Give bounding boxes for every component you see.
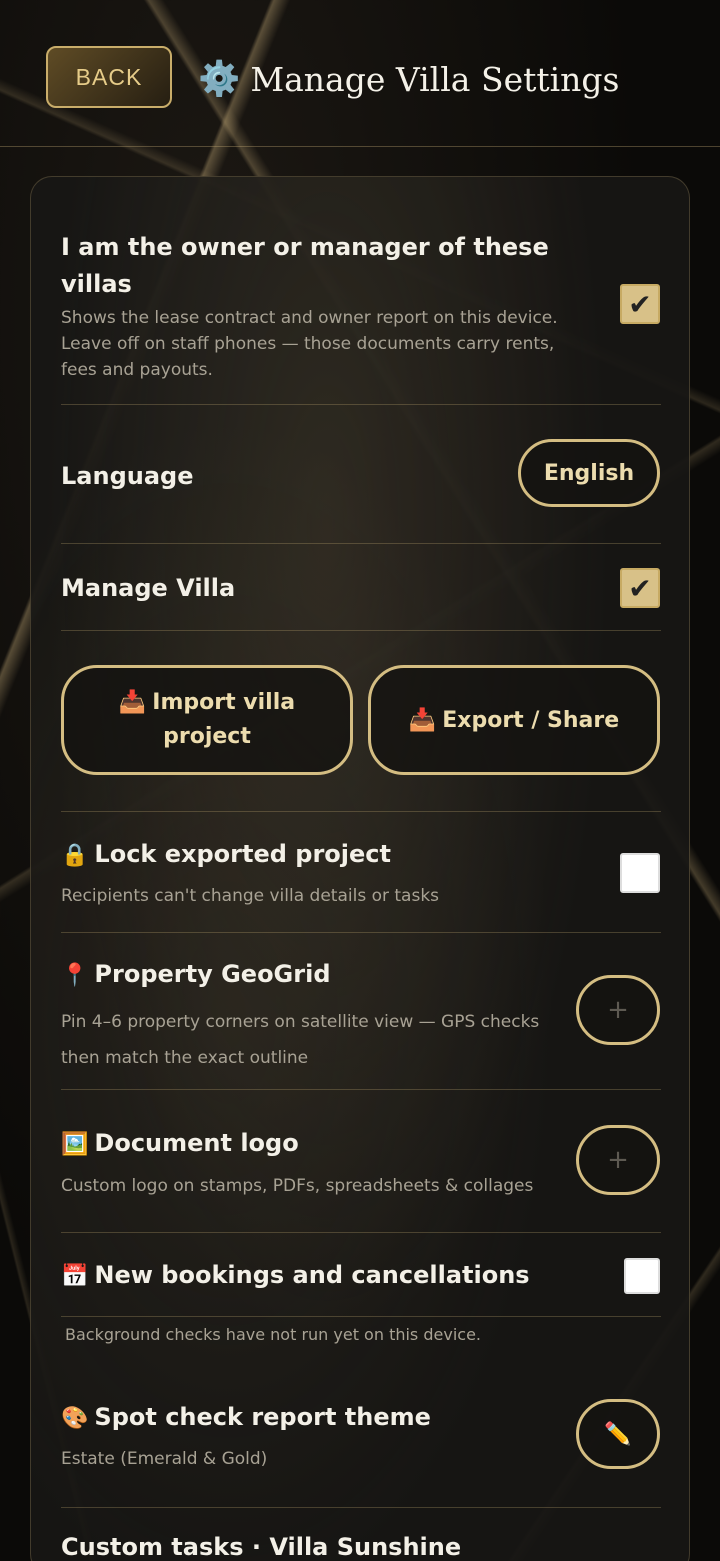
divider xyxy=(61,1232,661,1233)
owner-desc-line2: Leave off on staff phones — those docume… xyxy=(61,334,555,354)
import-label-line1: Import villa xyxy=(152,690,296,715)
spot-check-edit-button[interactable]: ✏️ xyxy=(576,1399,660,1469)
import-label-line2: project xyxy=(163,724,251,749)
geogrid-desc-line1: Pin 4–6 property corners on satellite vi… xyxy=(61,1012,540,1032)
document-logo-title: 🖼️ Document logo xyxy=(61,1125,299,1163)
language-select-button[interactable]: English xyxy=(518,439,660,507)
bookings-status: Background checks have not run yet on th… xyxy=(65,1325,481,1344)
geogrid-title-text: Property GeoGrid xyxy=(94,960,331,988)
manage-villa-checkbox[interactable]: ✔ xyxy=(620,568,660,608)
lock-project-checkbox[interactable] xyxy=(620,853,660,893)
palette-icon: 🎨 xyxy=(61,1406,89,1431)
title-group: ⚙️ Manage Villa Settings xyxy=(198,54,619,104)
owner-title-line1: I am the owner or manager of these xyxy=(61,233,549,261)
divider xyxy=(61,1089,661,1090)
geogrid-description: Pin 4–6 property corners on satellite vi… xyxy=(61,1004,571,1076)
owner-desc-line1: Shows the lease contract and owner repor… xyxy=(61,308,558,328)
pin-icon: 📍 xyxy=(61,963,89,988)
plus-icon: + xyxy=(607,995,629,1025)
divider xyxy=(61,932,661,933)
plus-icon: + xyxy=(607,1145,629,1175)
export-label: Export / Share xyxy=(442,707,620,733)
divider xyxy=(61,543,661,544)
divider xyxy=(61,630,661,631)
divider xyxy=(61,1507,661,1508)
picture-icon: 🖼️ xyxy=(61,1132,89,1157)
divider xyxy=(61,404,661,405)
geogrid-desc-line2: then match the exact outline xyxy=(61,1048,309,1068)
geogrid-add-button[interactable]: + xyxy=(576,975,660,1045)
spot-check-title-text: Spot check report theme xyxy=(94,1403,431,1431)
check-icon: ✔ xyxy=(628,287,652,321)
document-logo-add-button[interactable]: + xyxy=(576,1125,660,1195)
header-bar: BACK ⚙️ Manage Villa Settings xyxy=(0,0,720,147)
owner-checkbox[interactable]: ✔ xyxy=(620,284,660,324)
lock-project-title: 🔒 Lock exported project xyxy=(61,836,391,874)
manage-villa-label: Manage Villa xyxy=(61,574,236,602)
geogrid-title: 📍 Property GeoGrid xyxy=(61,956,331,994)
check-icon: ✔ xyxy=(628,571,652,605)
language-label: Language xyxy=(61,462,194,490)
divider xyxy=(61,811,661,812)
back-button[interactable]: BACK xyxy=(46,46,172,108)
lock-icon: 🔒 xyxy=(61,843,89,868)
document-logo-description: Custom logo on stamps, PDFs, spreadsheet… xyxy=(61,1176,534,1196)
divider xyxy=(61,1316,661,1317)
spot-check-value: Estate (Emerald & Gold) xyxy=(61,1449,268,1469)
page-title: Manage Villa Settings xyxy=(250,59,620,99)
pencil-icon: ✏️ xyxy=(604,1421,632,1447)
spot-check-title: 🎨 Spot check report theme xyxy=(61,1399,431,1437)
lock-project-description: Recipients can't change villa details or… xyxy=(61,886,440,906)
owner-title-line2: villas xyxy=(61,270,132,298)
lock-project-title-text: Lock exported project xyxy=(94,840,391,868)
export-share-button[interactable]: 📥 Export / Share xyxy=(368,665,660,775)
calendar-icon: 📅 xyxy=(61,1264,89,1289)
gear-icon: ⚙️ xyxy=(198,59,241,99)
owner-desc-line3: fees and payouts. xyxy=(61,360,213,380)
custom-tasks-title: Custom tasks · Villa Sunshine xyxy=(61,1533,462,1561)
bookings-title: 📅 New bookings and cancellations xyxy=(61,1257,530,1295)
inbox-icon: 📥 xyxy=(408,707,437,733)
settings-panel: I am the owner or manager of these villa… xyxy=(30,176,690,1561)
import-project-button[interactable]: 📥 Import villa project xyxy=(61,665,353,775)
bookings-title-text: New bookings and cancellations xyxy=(94,1261,530,1289)
bookings-checkbox[interactable] xyxy=(624,1258,660,1294)
document-logo-title-text: Document logo xyxy=(94,1129,299,1157)
owner-description: Shows the lease contract and owner repor… xyxy=(61,305,601,383)
inbox-icon: 📥 xyxy=(118,690,147,715)
